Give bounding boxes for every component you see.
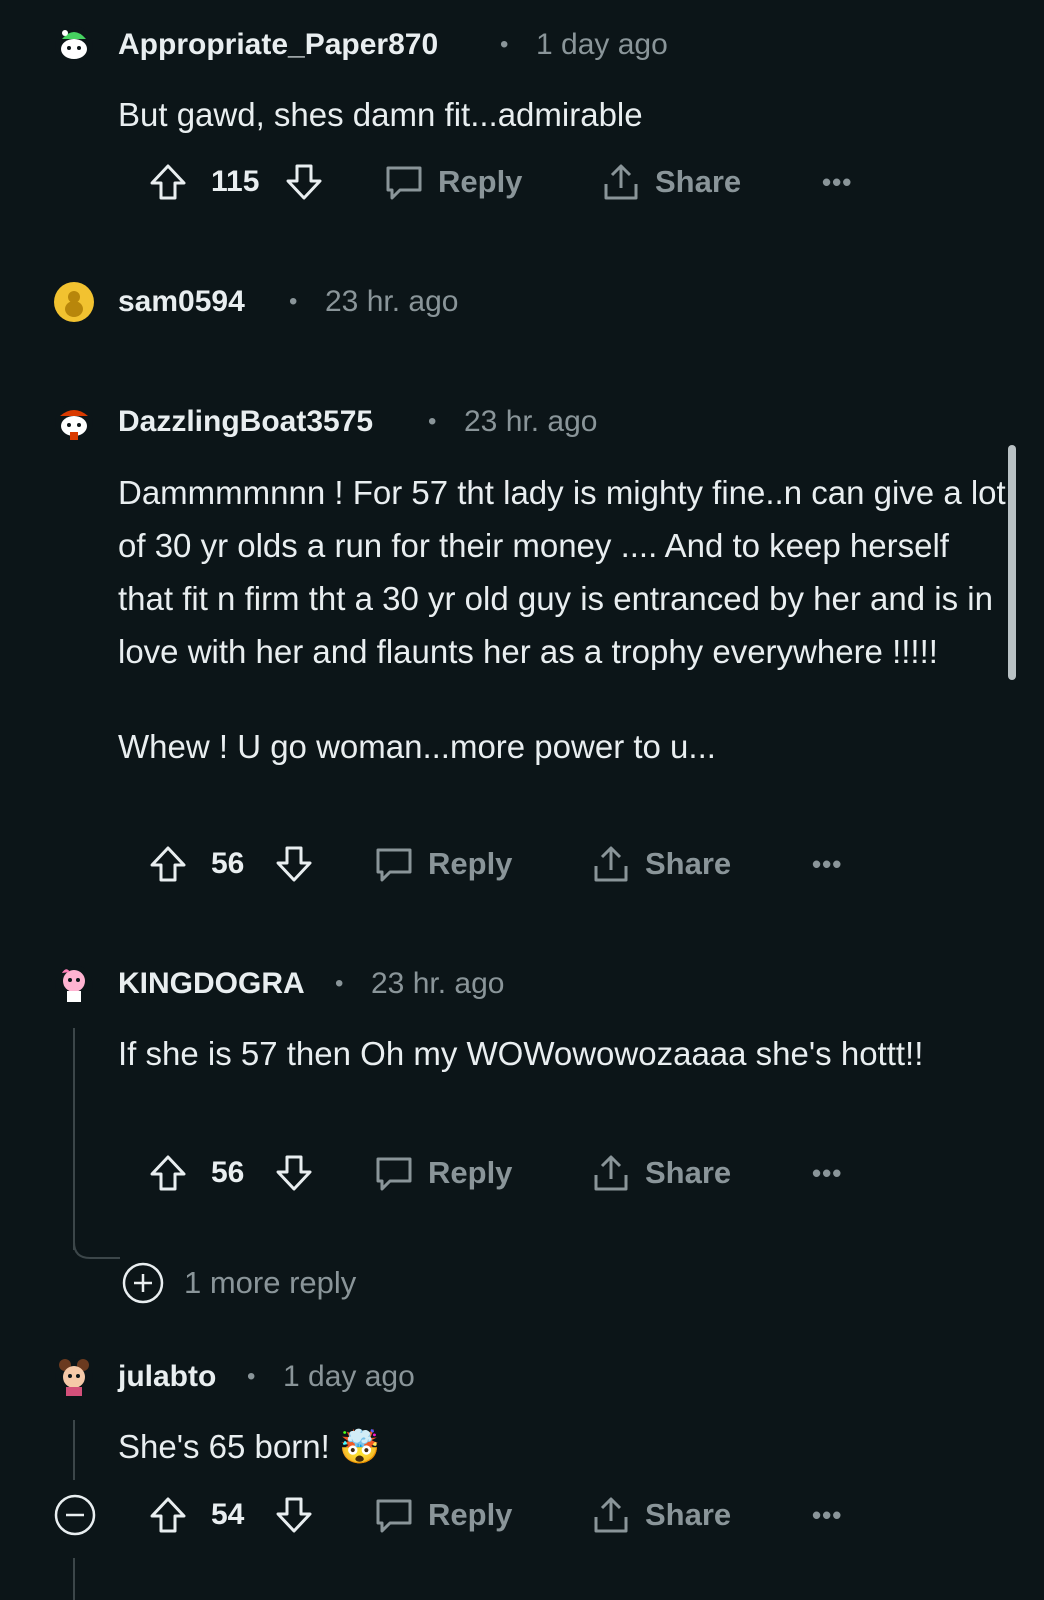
timestamp: 23 hr. ago (464, 405, 598, 438)
upvote-button[interactable] (148, 1148, 188, 1198)
downvote-button[interactable] (274, 1490, 314, 1540)
share-button[interactable]: Share (591, 839, 731, 889)
upvote-button[interactable] (148, 1490, 188, 1540)
share-icon (604, 164, 638, 200)
share-button[interactable]: Share (591, 1148, 731, 1198)
more-options-button[interactable]: ••• (812, 839, 842, 889)
vote-count: 56 (211, 847, 245, 880)
more-options-button[interactable]: ••• (812, 1490, 842, 1540)
reply-label: Reply (428, 846, 513, 881)
downvote-icon (276, 1155, 312, 1191)
comment-actions: 56 Reply Share ••• (0, 1148, 1044, 1198)
username[interactable]: KINGDOGRA (118, 966, 305, 1002)
downvote-icon (276, 846, 312, 882)
reply-button[interactable]: Reply (384, 157, 522, 207)
expand-plus-icon (122, 1262, 164, 1304)
user-avatar[interactable] (54, 282, 94, 322)
more-options-button[interactable]: ••• (822, 157, 852, 207)
collapse-thread-button[interactable] (54, 1490, 96, 1540)
vote-count: 115 (211, 165, 260, 198)
share-label: Share (655, 164, 742, 199)
vote-count: 56 (211, 1156, 245, 1189)
timestamp: 23 hr. ago (325, 285, 459, 318)
reply-button[interactable]: Reply (374, 1490, 512, 1540)
separator-dot: • (428, 408, 437, 435)
reply-label: Reply (428, 1155, 513, 1190)
downvote-icon (276, 1497, 312, 1533)
reply-button[interactable]: Reply (374, 839, 512, 889)
comment-body: But gawd, shes damn fit...admirable (118, 88, 1008, 141)
upvote-button[interactable] (148, 157, 188, 207)
upvote-icon (150, 846, 186, 882)
comment-actions: 56 Reply Share ••• (0, 839, 1044, 889)
user-avatar[interactable] (54, 1357, 94, 1397)
more-replies-button[interactable]: 1 more reply (122, 1262, 356, 1304)
thread-line[interactable] (73, 1558, 75, 1600)
share-label: Share (645, 1497, 732, 1532)
share-icon (594, 1155, 628, 1191)
scrollbar[interactable] (1008, 445, 1016, 680)
separator-dot: • (500, 31, 509, 58)
timestamp: 1 day ago (283, 1360, 415, 1393)
comment-paragraph: Whew ! U go woman...more power to u... (118, 728, 716, 765)
comment-actions: 115 Reply Share ••• (0, 157, 1044, 207)
username[interactable]: Appropriate_Paper870 (118, 27, 438, 63)
share-icon (594, 1497, 628, 1533)
user-avatar[interactable] (54, 25, 94, 65)
downvote-icon (286, 164, 322, 200)
share-button[interactable]: Share (591, 1490, 731, 1540)
downvote-button[interactable] (274, 1148, 314, 1198)
reply-bubble-icon (386, 166, 422, 200)
separator-dot: • (247, 1363, 256, 1390)
upvote-icon (150, 1497, 186, 1533)
username[interactable]: sam0594 (118, 284, 245, 320)
comment-body: If she is 57 then Oh my WOWowowozaaaa sh… (118, 1027, 1008, 1080)
collapse-minus-icon (54, 1494, 96, 1536)
comment-paragraph: If she is 57 then Oh my WOWowowozaaaa sh… (118, 1035, 924, 1072)
more-options-button[interactable]: ••• (812, 1148, 842, 1198)
reply-bubble-icon (376, 848, 412, 882)
share-label: Share (645, 846, 732, 881)
reply-button[interactable]: Reply (374, 1148, 512, 1198)
reply-label: Reply (428, 1497, 513, 1532)
more-replies-label: 1 more reply (184, 1265, 357, 1300)
user-avatar[interactable] (54, 964, 94, 1004)
upvote-icon (150, 164, 186, 200)
username[interactable]: julabto (118, 1359, 216, 1395)
downvote-button[interactable] (274, 839, 314, 889)
comments-thread: Appropriate_Paper870 • 1 day ago But gaw… (0, 0, 1044, 1600)
separator-dot: • (335, 970, 344, 997)
share-button[interactable]: Share (601, 157, 741, 207)
comment-actions: 54 Reply Share ••• (0, 1490, 1044, 1540)
user-avatar[interactable] (54, 402, 94, 442)
thread-line[interactable] (73, 1028, 75, 1250)
username[interactable]: DazzlingBoat3575 (118, 404, 373, 440)
reply-bubble-icon (376, 1157, 412, 1191)
share-icon (594, 846, 628, 882)
comment-body: Dammmmnnn ! For 57 tht lady is mighty fi… (118, 466, 1008, 773)
timestamp: 23 hr. ago (371, 967, 505, 1000)
comment-body: She's 65 born! 🤯 (118, 1420, 1008, 1473)
comment-paragraph: She's 65 born! 🤯 (118, 1428, 381, 1465)
share-label: Share (645, 1155, 732, 1190)
vote-count: 54 (211, 1498, 245, 1531)
separator-dot: • (289, 288, 298, 315)
comment-paragraph: But gawd, shes damn fit...admirable (118, 96, 643, 133)
downvote-button[interactable] (284, 157, 324, 207)
upvote-button[interactable] (148, 839, 188, 889)
comment-paragraph: Dammmmnnn ! For 57 tht lady is mighty fi… (118, 474, 1006, 670)
thread-connector (73, 1230, 120, 1259)
upvote-icon (150, 1155, 186, 1191)
thread-line[interactable] (73, 1420, 75, 1480)
timestamp: 1 day ago (536, 28, 668, 61)
reply-label: Reply (438, 164, 523, 199)
reply-bubble-icon (376, 1499, 412, 1533)
